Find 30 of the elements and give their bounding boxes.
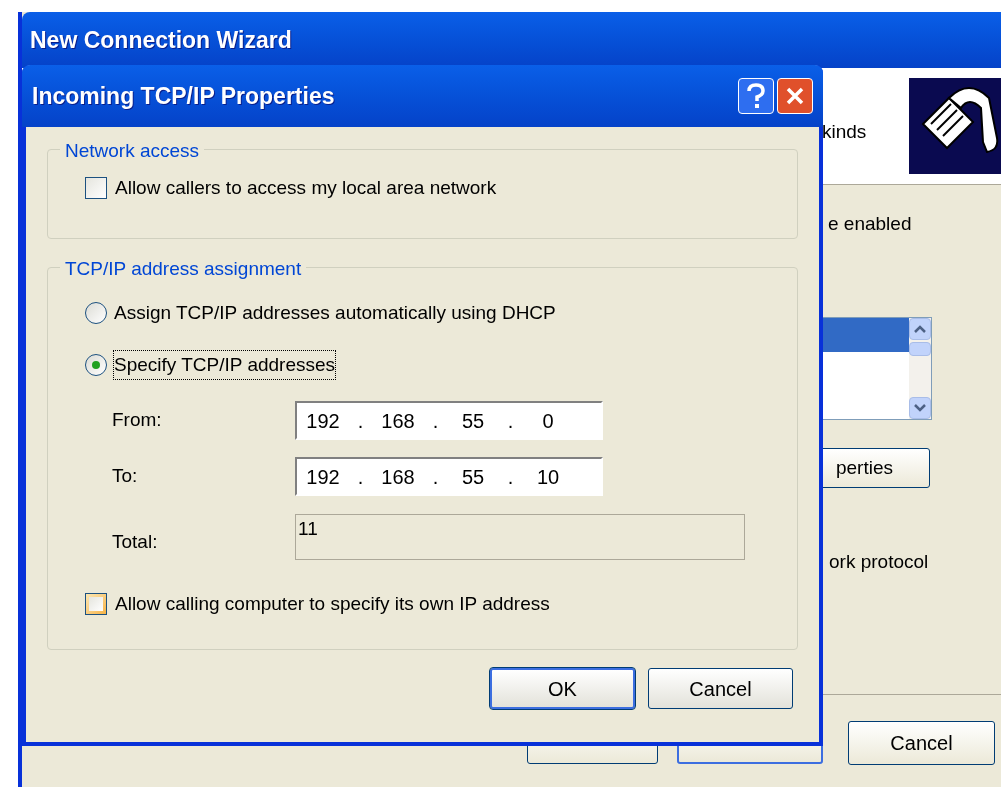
scroll-up-icon[interactable] <box>909 318 931 340</box>
radio-label[interactable]: Assign TCP/IP addresses automatically using DHCP <box>113 298 557 329</box>
field-label: Total: <box>112 530 159 554</box>
cancel-button[interactable]: Cancel <box>848 721 995 765</box>
radio-button[interactable] <box>85 302 107 325</box>
checkbox[interactable] <box>85 593 107 616</box>
radio-button[interactable] <box>85 353 107 376</box>
scroll-down-icon[interactable] <box>909 397 931 419</box>
checkbox-label[interactable]: Allow callers to access my local area network <box>115 174 497 203</box>
checkbox-label[interactable]: Allow calling computer to specify its own IP address <box>115 590 550 619</box>
ip-address-field[interactable]: 192 . 168 . 55 . 10 <box>295 457 603 496</box>
dialog-title: Incoming TCP/IP Properties <box>32 81 336 111</box>
close-button[interactable] <box>777 78 813 114</box>
window-title: New Connection Wizard <box>30 25 292 55</box>
help-button[interactable] <box>738 78 774 114</box>
close-icon <box>785 86 805 106</box>
radio-label[interactable]: Specify TCP/IP addresses <box>113 349 337 380</box>
ip-address-field[interactable]: 192 . 168 . 55 . 0 <box>295 401 603 440</box>
body-text: ork protocol <box>829 550 929 574</box>
cancel-button[interactable]: Cancel <box>648 668 793 709</box>
checkbox[interactable] <box>85 177 107 200</box>
scrollbar[interactable] <box>909 318 931 419</box>
ok-button[interactable]: OK <box>490 668 635 709</box>
scroll-thumb[interactable] <box>909 341 931 356</box>
field-label: To: <box>112 464 139 489</box>
header-text: kinds <box>822 120 867 144</box>
field-label: From: <box>112 408 163 433</box>
total-field: 11 <box>295 514 745 560</box>
help-icon <box>747 83 765 109</box>
body-text: e enabled <box>828 212 912 236</box>
